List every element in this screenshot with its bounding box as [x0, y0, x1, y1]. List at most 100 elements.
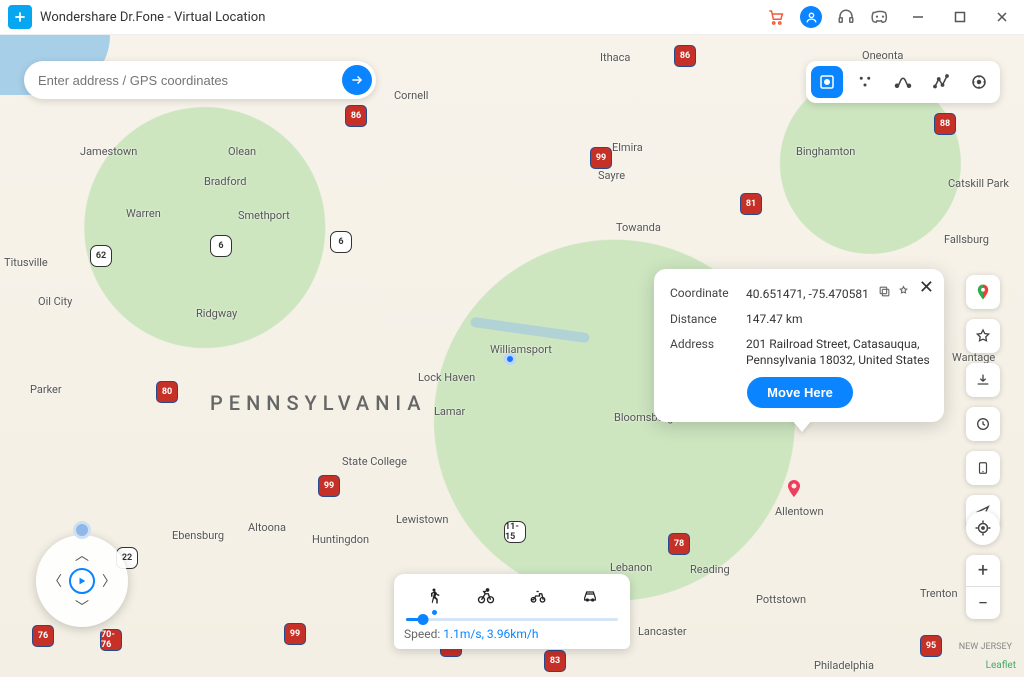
- city-label: Olean: [228, 145, 256, 158]
- slider-thumb[interactable]: [417, 614, 428, 625]
- import-button[interactable]: [966, 363, 1000, 397]
- city-label: Altoona: [248, 521, 286, 534]
- city-label: Jamestown: [80, 145, 137, 158]
- city-label: Pottstown: [756, 593, 806, 606]
- interstate-shield: 86: [674, 45, 696, 67]
- city-label: Williamsport: [490, 343, 552, 356]
- favorites-button[interactable]: [966, 319, 1000, 353]
- city-label: Parker: [30, 383, 62, 396]
- maximize-button[interactable]: [946, 3, 974, 31]
- titlebar: Wondershare Dr.Fone - Virtual Location: [0, 0, 1024, 35]
- search-go-button[interactable]: [342, 65, 372, 95]
- city-label: Ridgway: [196, 307, 237, 320]
- us-shield: 62: [90, 245, 112, 267]
- search-input[interactable]: [38, 73, 342, 88]
- recenter-button[interactable]: [966, 511, 1000, 545]
- mode-jump-button[interactable]: [925, 66, 957, 98]
- titlebar-icons: [766, 3, 1016, 31]
- city-label: Lancaster: [638, 625, 687, 638]
- transport-mode-row: [404, 580, 620, 614]
- us-shield: 6: [330, 231, 352, 253]
- city-label: Bradford: [204, 175, 246, 188]
- zoom-out-button[interactable]: −: [966, 587, 1000, 619]
- distance-value: 147.47 km: [746, 311, 930, 328]
- mode-onestop-button[interactable]: [849, 66, 881, 98]
- interstate-shield: 81: [740, 193, 762, 215]
- mode-bike-icon[interactable]: [472, 582, 500, 610]
- joystick-right[interactable]: 〉: [102, 571, 116, 591]
- city-label: Lebanon: [610, 561, 652, 574]
- favorite-pin-icon[interactable]: [897, 285, 910, 303]
- google-maps-icon[interactable]: [966, 275, 1000, 309]
- interstate-shield: 95: [920, 635, 942, 657]
- mode-walk-icon[interactable]: [420, 582, 448, 610]
- device-button[interactable]: [966, 451, 1000, 485]
- city-label: Ithaca: [600, 51, 630, 64]
- state-label: PENNSYLVANIA: [210, 391, 426, 415]
- user-icon[interactable]: [800, 6, 822, 28]
- joystick-play-button[interactable]: [69, 568, 95, 594]
- interstate-shield: 80: [156, 381, 178, 403]
- coord-value: 40.651471, -75.470581: [746, 287, 869, 301]
- interstate-shield: 99: [318, 475, 340, 497]
- address-label: Address: [670, 336, 746, 370]
- discord-icon[interactable]: [870, 7, 890, 27]
- headset-icon[interactable]: [836, 7, 856, 27]
- zoom-control: + −: [966, 555, 1000, 619]
- app-title: Wondershare Dr.Fone - Virtual Location: [40, 10, 766, 25]
- mode-toolbar: [806, 61, 1000, 103]
- city-label: Philadelphia: [814, 659, 874, 672]
- city-label: Reading: [690, 563, 730, 576]
- mode-moped-icon[interactable]: [524, 582, 552, 610]
- address-value: 201 Railroad Street, Catasauqua, Pennsyl…: [746, 336, 930, 370]
- interstate-shield: 99: [284, 623, 306, 645]
- city-label: Lock Haven: [418, 371, 475, 384]
- mode-teleport-button[interactable]: [811, 66, 843, 98]
- city-label: Ebensburg: [172, 529, 224, 542]
- move-here-button[interactable]: Move Here: [747, 377, 853, 408]
- mode-joystick-button[interactable]: [963, 66, 995, 98]
- joystick-heading-dot[interactable]: [73, 521, 91, 539]
- us-shield: 11-15: [504, 521, 526, 543]
- info-close-button[interactable]: ✕: [919, 277, 934, 298]
- city-label: Fallsburg: [944, 233, 989, 246]
- city-label: Elmira: [612, 141, 643, 154]
- copy-icon[interactable]: [878, 285, 891, 303]
- distance-label: Distance: [670, 311, 746, 328]
- interstate-shield: 70-76: [100, 629, 122, 651]
- city-label: Cornell: [394, 89, 428, 102]
- leaflet-attribution: Leaflet: [986, 660, 1016, 671]
- zoom-in-button[interactable]: +: [966, 555, 1000, 587]
- search-bar: [24, 61, 376, 99]
- close-button[interactable]: [988, 3, 1016, 31]
- interstate-shield: 86: [345, 105, 367, 127]
- app-logo: [8, 5, 32, 29]
- speed-slider[interactable]: [406, 618, 618, 621]
- city-label: Lewistown: [396, 513, 448, 526]
- new-jersey-label: NEW JERSEY: [959, 643, 1012, 653]
- minimize-button[interactable]: [904, 3, 932, 31]
- mode-car-icon[interactable]: [576, 582, 604, 610]
- interstate-shield: 78: [668, 533, 690, 555]
- joystick-up[interactable]: ︿: [75, 545, 89, 565]
- speed-panel: Speed: 1.1m/s, 3.96km/h: [394, 574, 630, 649]
- city-label: Oil City: [38, 295, 72, 308]
- history-button[interactable]: [966, 407, 1000, 441]
- city-label: Warren: [126, 207, 161, 220]
- city-label: Smethport: [238, 209, 290, 222]
- coord-label: Coordinate: [670, 285, 746, 303]
- map-canvas[interactable]: PENNSYLVANIA IthacaOneontaCornellJamesto…: [0, 35, 1024, 677]
- mode-multistop-button[interactable]: [887, 66, 919, 98]
- joystick-down[interactable]: ﹀: [75, 597, 89, 617]
- city-label: Towanda: [616, 221, 661, 234]
- destination-pin: [782, 477, 806, 505]
- joystick-control: ︿ ﹀ 〈 〉: [36, 535, 128, 627]
- cart-icon[interactable]: [766, 7, 786, 27]
- city-label: State College: [342, 455, 407, 468]
- interstate-shield: 83: [544, 650, 566, 672]
- joystick-left[interactable]: 〈: [48, 571, 62, 591]
- location-info-card: ✕ Coordinate 40.651471, -75.470581 Dista…: [654, 269, 944, 422]
- interstate-shield: 88: [934, 113, 956, 135]
- city-label: Huntingdon: [312, 533, 369, 546]
- city-label: Titusville: [4, 256, 48, 269]
